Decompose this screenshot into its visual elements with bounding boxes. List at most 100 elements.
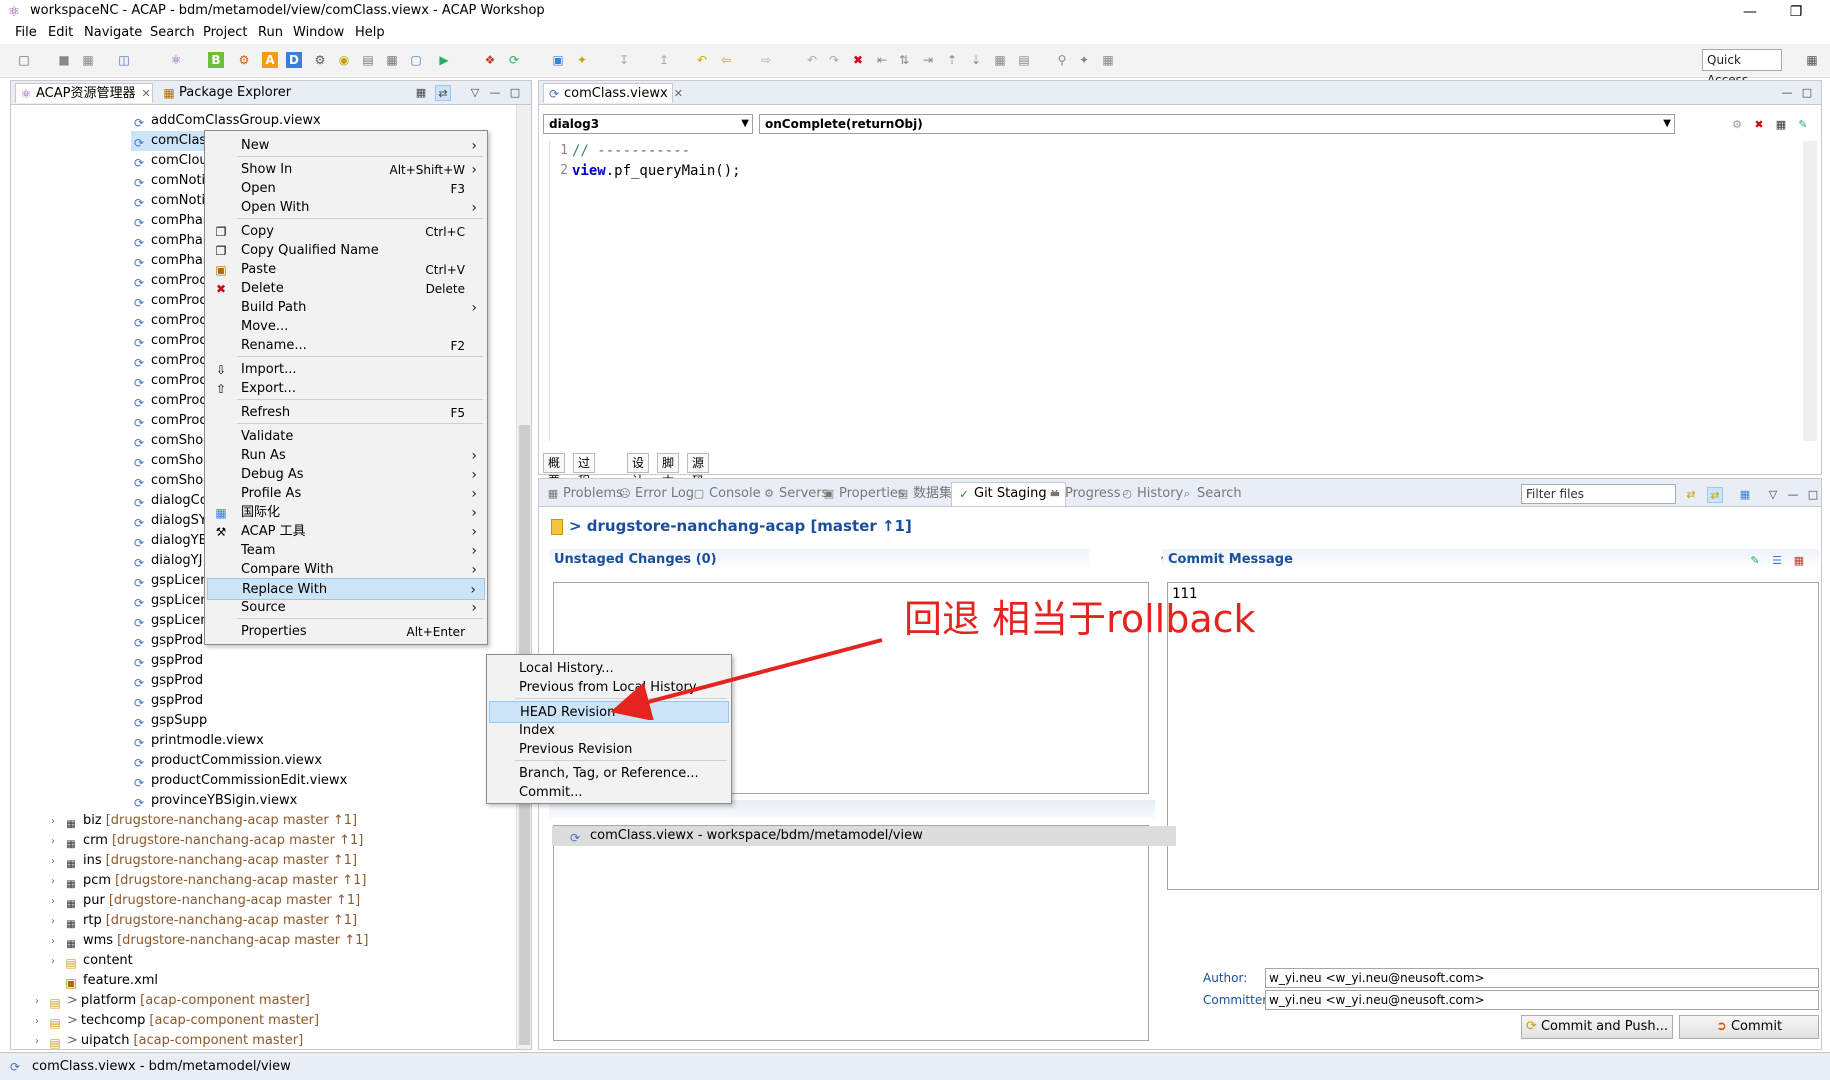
layout-icon[interactable]: ▤ — [1016, 52, 1032, 68]
minimize-icon[interactable]: — — [1785, 487, 1801, 503]
sign-off-icon[interactable]: ✎ — [1747, 553, 1763, 569]
link-editor-icon[interactable]: ⇄ — [435, 85, 451, 101]
last-edit-icon[interactable]: ↶ — [694, 52, 710, 68]
perspective-icon[interactable]: ▦ — [1804, 52, 1820, 68]
menu-search[interactable]: Search — [150, 25, 195, 40]
chevron-right-icon[interactable]: › — [35, 1032, 47, 1049]
tree-scrollbar[interactable] — [516, 105, 531, 1049]
minimize-icon[interactable]: — — [1779, 85, 1795, 101]
tree-item-file[interactable]: ⟳ comShop — [131, 471, 212, 491]
redo-icon[interactable]: ↷ — [826, 52, 842, 68]
amend-icon[interactable]: ☰ — [1769, 553, 1785, 569]
tab-comclass-viewx[interactable]: ⟳ comClass.viewx ✕ — [543, 83, 683, 103]
save-icon[interactable]: ■ — [56, 52, 72, 68]
prev-annotation-icon[interactable]: ↥ — [656, 52, 672, 68]
package-icon[interactable]: ◉ — [336, 52, 352, 68]
tab-history[interactable]: ◴ History — [1119, 485, 1183, 503]
maximize-icon[interactable]: □ — [1805, 487, 1821, 503]
tree-item-file[interactable]: ⟳ productCommission.viewx — [131, 751, 322, 771]
tree-project-ins[interactable]: › ▦ ins [drugstore-nanchang-acap master ↑1] — [51, 851, 357, 871]
commit-button[interactable]: ➲ Commit — [1679, 1015, 1819, 1039]
print-icon[interactable]: ◫ — [116, 52, 132, 68]
menu-edit[interactable]: Edit — [48, 25, 73, 40]
tab-console[interactable]: ▢ Console — [691, 485, 761, 503]
tree-project-pcm[interactable]: › ▦ pcm [drugstore-nanchang-acap master ↑1] — [51, 871, 366, 891]
layout-icon[interactable]: ▦ — [1737, 487, 1753, 503]
menu-item-refresh[interactable]: Refresh F5 — [207, 402, 485, 424]
maximize-icon[interactable]: □ — [1799, 85, 1815, 101]
align-bottom-icon[interactable]: ⇣ — [968, 52, 984, 68]
edit-icon[interactable]: ✎ — [1795, 117, 1811, 133]
tree-item-file[interactable]: ⟳ comShop — [131, 451, 212, 471]
tree-item-file[interactable]: ⟳ dialogCo — [131, 491, 208, 511]
committer-input[interactable]: w_yi.neu <w_yi.neu@neusoft.com> — [1265, 990, 1819, 1010]
change-id-icon[interactable]: ▦ — [1791, 553, 1807, 569]
tree-folder-content[interactable]: › ▤ content — [51, 951, 133, 971]
tab-search[interactable]: ⌕ Search — [1179, 485, 1242, 503]
tree-item-file[interactable]: ⟳ printmodle.viewx — [131, 731, 264, 751]
pin-icon[interactable]: ✦ — [1076, 52, 1092, 68]
menu-file[interactable]: File — [15, 25, 37, 40]
menu-item-new[interactable]: New › — [207, 135, 485, 157]
menu-item-export[interactable]: ⇧ Export... — [207, 378, 485, 400]
tree-item-file[interactable]: ⟳ gspLicen — [131, 611, 209, 631]
stop-icon[interactable]: ✖ — [850, 52, 866, 68]
db-icon[interactable]: ▤ — [360, 52, 376, 68]
commit-and-push-button[interactable]: ⟳ Commit and Push... — [1521, 1015, 1673, 1039]
menu-item-rename[interactable]: Rename... F2 — [207, 335, 485, 357]
collapse-all-icon[interactable]: ▦ — [413, 85, 429, 101]
tree-item-file[interactable]: ⟳ comNoti — [131, 171, 205, 191]
tree-item-file[interactable]: ⟳ comPhar — [131, 251, 208, 271]
tree-item-file[interactable]: ⟳ productCommissionEdit.viewx — [131, 771, 347, 791]
align-center-icon[interactable]: ⇅ — [896, 52, 912, 68]
plugin-icon[interactable]: ❖ — [482, 52, 498, 68]
filter-files-input[interactable]: Filter files — [1521, 484, 1676, 504]
tree-root-project-techcomp[interactable]: › ▤ > techcomp [acap-component master] — [35, 1011, 319, 1031]
debug-icon[interactable]: ⚙ — [236, 52, 252, 68]
staged-list[interactable] — [553, 825, 1149, 1041]
tree-project-pur[interactable]: › ▦ pur [drugstore-nanchang-acap master ↑1] — [51, 891, 360, 911]
tab-acap-explorer[interactable]: ⚛ ACAP资源管理器 ✕ — [15, 83, 153, 103]
tree-project-rtp[interactable]: › ▦ rtp [drugstore-nanchang-acap master ↑1] — [51, 911, 357, 931]
tree-item-file[interactable]: ⟳ comProd — [131, 351, 208, 371]
tree-item-file[interactable]: ⟳ gspLicen — [131, 571, 209, 591]
maximize-icon[interactable]: □ — [507, 85, 523, 101]
menu-run[interactable]: Run — [258, 25, 283, 40]
monitor-icon[interactable]: ▢ — [408, 52, 424, 68]
tab-design[interactable]: 设计 — [627, 453, 650, 488]
tab-servers[interactable]: ⚙ Servers — [761, 485, 828, 503]
tree-item-file[interactable]: ⟳ comProd — [131, 291, 208, 311]
undo-icon[interactable]: ↶ — [804, 52, 820, 68]
tree-item-file[interactable]: ⟳ addComClassGroup.viewx — [131, 111, 321, 131]
tab-package-explorer[interactable]: ▦ Package Explorer — [159, 83, 291, 103]
code-area[interactable]: 1 // ----------- 2 view.pf_queryMain(); — [549, 141, 1799, 441]
event-select[interactable]: onComplete(returnObj) ▼ — [759, 114, 1675, 134]
back-icon[interactable]: ⇦ — [718, 52, 734, 68]
chevron-right-icon[interactable]: › — [51, 872, 63, 892]
tree-item-file[interactable]: ⟳ provinceYBSigin.viewx — [131, 791, 297, 811]
tab-problems[interactable]: ▦ Problems — [545, 485, 623, 503]
tree-project-crm[interactable]: › ▦ crm [drugstore-nanchang-acap master ↑1] — [51, 831, 363, 851]
wand-icon[interactable]: ✦ — [574, 52, 590, 68]
tree-item-file[interactable]: ⟳ comClass — [131, 131, 213, 151]
next-annotation-icon[interactable]: ↧ — [616, 52, 632, 68]
build-icon[interactable]: B — [208, 52, 224, 68]
d-icon[interactable]: D — [286, 52, 302, 68]
menu-item-open-with[interactable]: Open With › — [207, 197, 485, 219]
commit-message-textarea[interactable]: 111 — [1167, 582, 1819, 890]
tree-item-file[interactable]: ⟳ comProd — [131, 411, 208, 431]
new-icon[interactable]: □ — [16, 52, 32, 68]
tree-item-file[interactable]: ⟳ comShop — [131, 431, 212, 451]
grid-icon[interactable]: ▦ — [992, 52, 1008, 68]
calculator-icon[interactable]: ▦ — [1773, 117, 1789, 133]
chevron-right-icon[interactable]: › — [51, 832, 63, 852]
tree-item-file[interactable]: ⟳ comClou — [131, 151, 208, 171]
save-all-icon[interactable]: ▦ — [80, 52, 96, 68]
minimize-icon[interactable]: — — [487, 85, 503, 101]
author-input[interactable]: w_yi.neu <w_yi.neu@neusoft.com> — [1265, 968, 1819, 988]
tab-process-call[interactable]: 过程调用 — [573, 453, 596, 524]
tree-item-file[interactable]: ⟳ comProd — [131, 371, 208, 391]
submenu-item-previous-revision[interactable]: Previous Revision — [489, 739, 729, 761]
chevron-right-icon[interactable]: › — [51, 932, 63, 952]
run-icon[interactable]: ▶ — [436, 52, 452, 68]
